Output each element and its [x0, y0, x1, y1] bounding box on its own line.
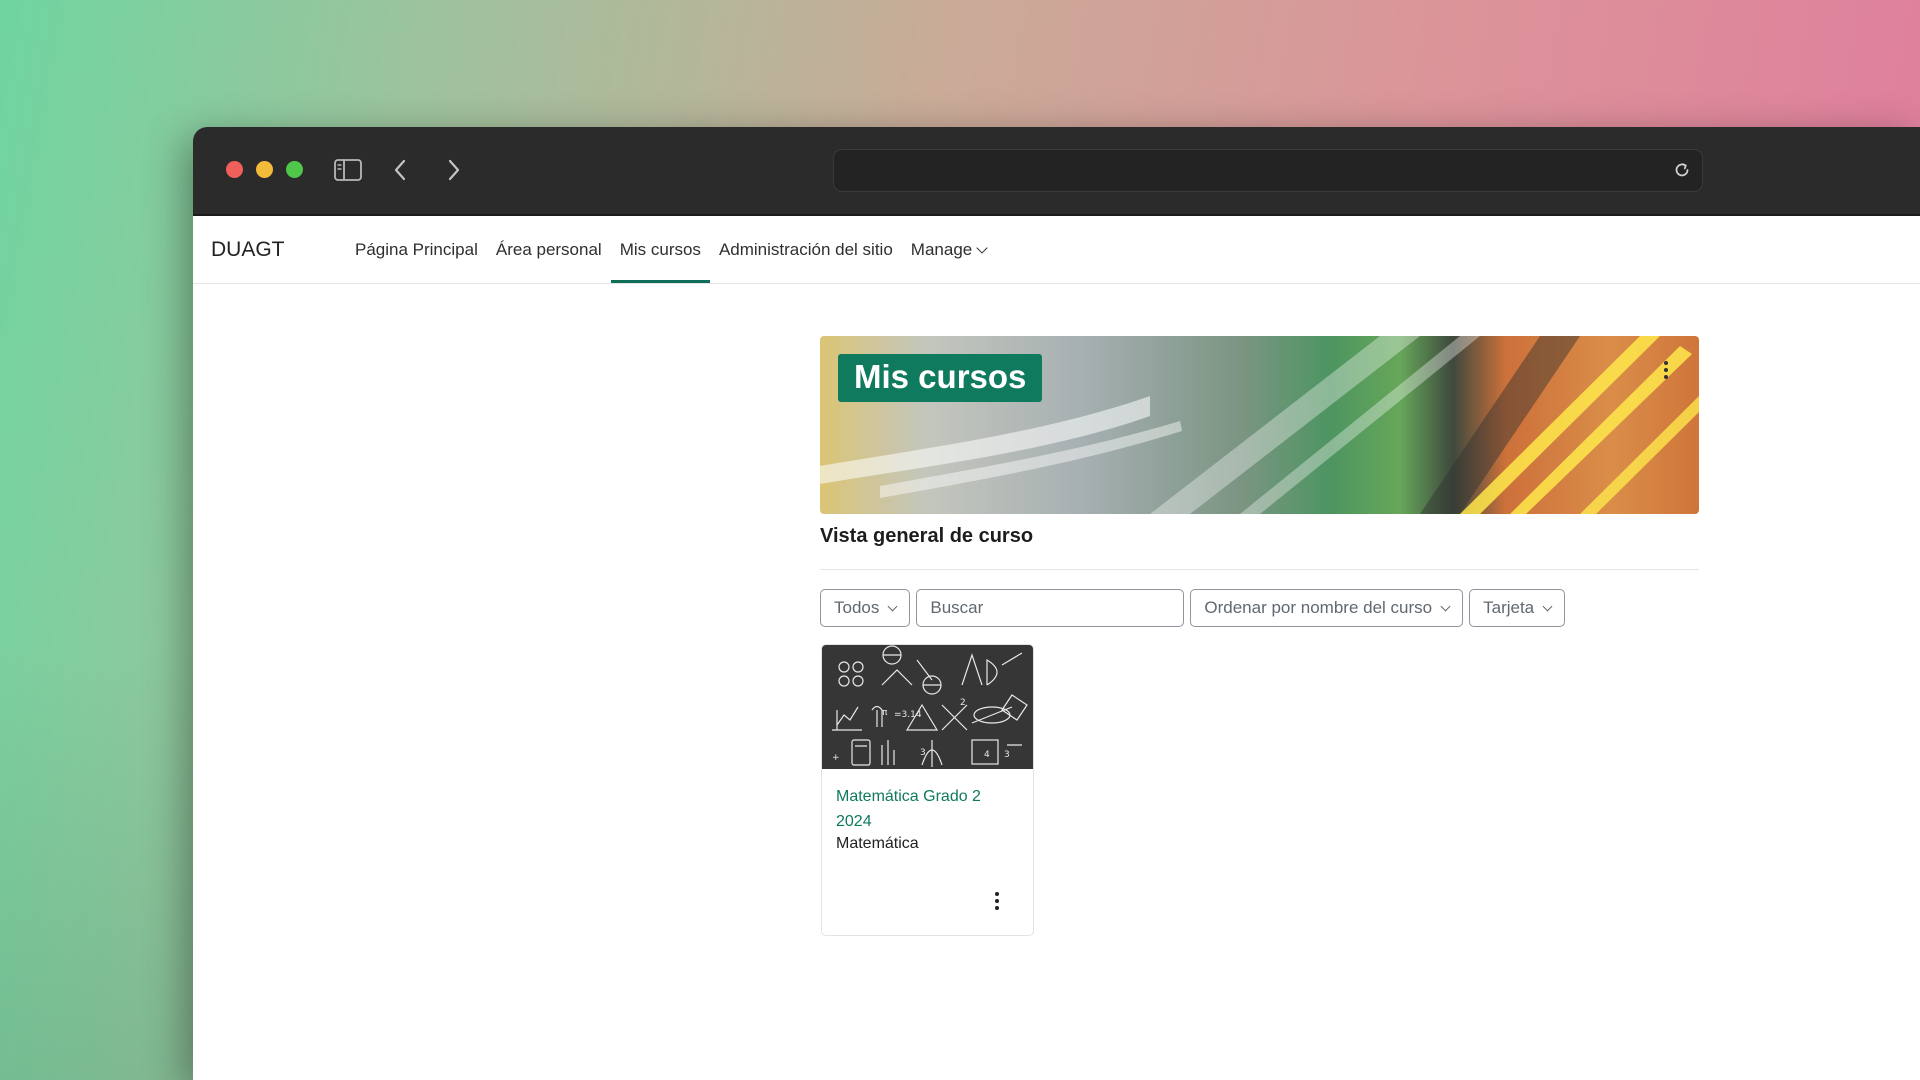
- display-mode-dropdown[interactable]: Tarjeta: [1469, 589, 1566, 627]
- chevron-down-icon: [976, 242, 988, 254]
- search-placeholder: Buscar: [930, 598, 984, 617]
- nav-item-area-personal[interactable]: Área personal: [487, 216, 611, 283]
- course-overview-heading: Vista general de curso: [820, 525, 1034, 547]
- maximize-window-button[interactable]: [286, 161, 303, 178]
- section-divider: [820, 569, 1699, 570]
- course-name-link[interactable]: Matemática Grado 2 2024: [836, 784, 1016, 834]
- grouping-dropdown[interactable]: Todos: [820, 589, 911, 627]
- back-icon[interactable]: [385, 155, 415, 185]
- kebab-icon[interactable]: [1663, 360, 1669, 380]
- display-mode-label: Tarjeta: [1483, 598, 1535, 617]
- close-window-button[interactable]: [226, 161, 243, 178]
- chevron-down-icon: [1440, 601, 1451, 611]
- nav-item-administracion[interactable]: Administración del sitio: [710, 216, 902, 283]
- course-filters: Todos Buscar Ordenar por nombre del curs…: [820, 589, 1566, 629]
- chevron-down-icon: [887, 601, 898, 611]
- site-navbar: DUAGT Página Principal Área personal Mis…: [193, 216, 1920, 284]
- nav-item-pagina-principal[interactable]: Página Principal: [346, 216, 487, 283]
- chevron-down-icon: [1542, 601, 1553, 611]
- sort-label: Ordenar por nombre del curso: [1204, 598, 1433, 617]
- svg-text:3: 3: [1004, 750, 1010, 760]
- reload-icon[interactable]: [1672, 160, 1692, 180]
- minimize-window-button[interactable]: [256, 161, 273, 178]
- address-bar[interactable]: [833, 149, 1703, 192]
- search-input[interactable]: Buscar: [916, 589, 1185, 627]
- forward-icon[interactable]: [439, 155, 469, 185]
- primary-navigation: Página Principal Área personal Mis curso…: [346, 216, 995, 283]
- page-header-banner: Mis cursos: [820, 336, 1699, 514]
- nav-item-manage-label: Manage: [910, 240, 973, 259]
- math-doodles-image: π =3.14 2 3 4 3 +: [832, 645, 1028, 767]
- svg-text:+: +: [832, 753, 840, 763]
- browser-titlebar: [193, 127, 1920, 216]
- nav-item-manage[interactable]: Manage: [902, 216, 995, 283]
- grouping-label: Todos: [834, 598, 880, 617]
- svg-text:2: 2: [960, 698, 966, 708]
- nav-item-mis-cursos[interactable]: Mis cursos: [610, 216, 711, 283]
- course-card[interactable]: π =3.14 2 3 4 3 + Matemática Grado 2 2024 Ma…: [821, 644, 1034, 936]
- sidebar-icon[interactable]: [333, 155, 363, 185]
- kebab-icon[interactable]: [994, 891, 1000, 911]
- browser-window: DUAGT Página Principal Área personal Mis…: [193, 127, 1920, 1080]
- course-image[interactable]: π =3.14 2 3 4 3 +: [822, 645, 1033, 769]
- svg-text:4: 4: [984, 750, 990, 760]
- svg-text:3: 3: [920, 748, 926, 758]
- svg-text:=3.14: =3.14: [894, 710, 922, 720]
- sort-dropdown[interactable]: Ordenar por nombre del curso: [1190, 589, 1464, 627]
- svg-text:π: π: [882, 708, 888, 718]
- site-brand[interactable]: DUAGT: [211, 216, 285, 283]
- page-title: Mis cursos: [838, 354, 1043, 402]
- course-category: Matemática: [836, 835, 919, 852]
